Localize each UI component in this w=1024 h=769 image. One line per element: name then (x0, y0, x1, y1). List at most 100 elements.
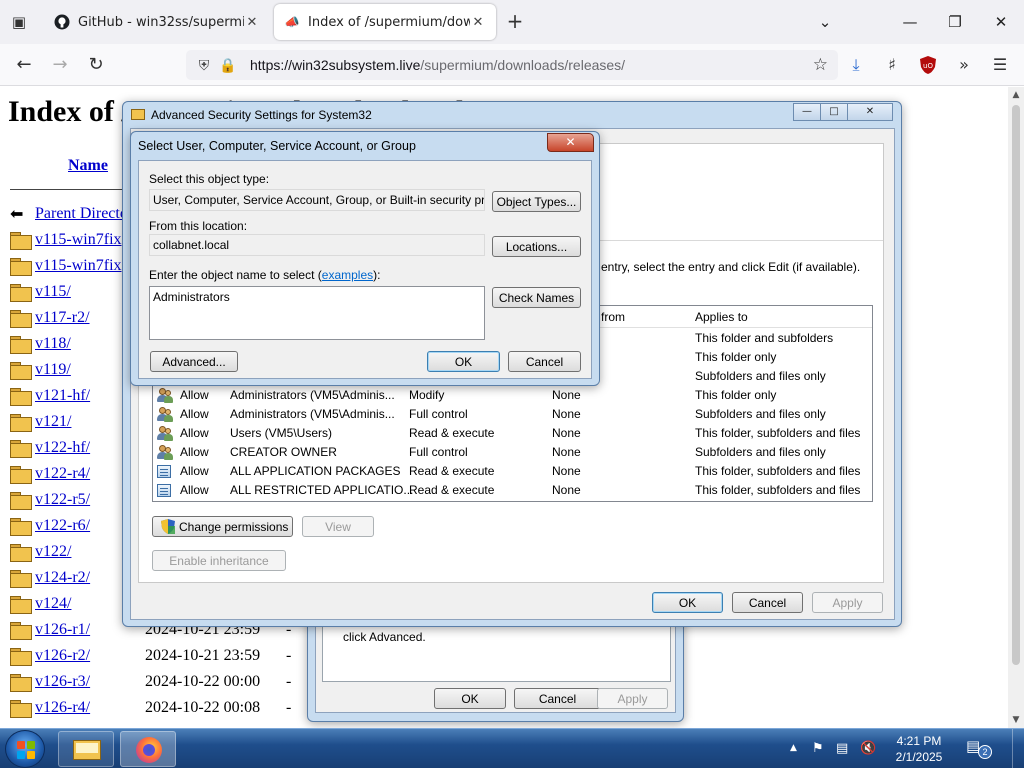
folder-link[interactable]: v126-r2/ (35, 647, 90, 665)
locations-button[interactable]: Locations... (492, 236, 581, 257)
volume-muted-icon[interactable]: 🔇 (860, 741, 876, 756)
lock-icon[interactable]: 🔒 (216, 57, 240, 74)
folder-link[interactable]: v115-win7fix (35, 257, 122, 275)
folder-link[interactable]: v122-hf/ (35, 439, 90, 457)
overflow-chevrons-icon[interactable]: » (950, 51, 978, 79)
tab-github[interactable]: GitHub - win32ss/supermium: C ✕ (44, 4, 270, 40)
entry-applies-to: This folder, subfolders and files (695, 426, 861, 440)
folder-link[interactable]: v122-r5/ (35, 491, 90, 509)
tab-overflow-chevron-icon[interactable]: ⌄ (810, 8, 840, 36)
change-permissions-button[interactable]: Change permissions (152, 516, 293, 537)
downloads-icon[interactable]: ⤓ (842, 51, 870, 79)
start-button[interactable] (5, 730, 45, 768)
apply-button[interactable]: Apply (597, 688, 668, 709)
taskbar-firefox[interactable] (120, 731, 176, 767)
maximize-icon[interactable]: ❐ (940, 8, 970, 36)
minimize-icon[interactable]: — (895, 8, 925, 36)
scrollbar-thumb[interactable] (1012, 105, 1020, 665)
close-icon[interactable]: ✕ (847, 103, 893, 121)
folder-link[interactable]: v117-r2/ (35, 309, 90, 327)
forward-arrow-icon[interactable]: → (46, 51, 74, 79)
table-row[interactable]: Allow Users (VM5\Users) Read & execute None… (153, 424, 872, 443)
folder-link[interactable]: v115-win7fix (35, 231, 122, 249)
object-name-input[interactable]: Administrators (149, 286, 485, 340)
url-bar[interactable]: ⛨ 🔒 https://win32subsystem.live/supermiu… (186, 50, 838, 80)
folder-icon (10, 465, 32, 484)
folder-link[interactable]: v115/ (35, 283, 71, 301)
folder-link[interactable]: v118/ (35, 335, 71, 353)
folder-link[interactable]: v122/ (35, 543, 71, 561)
cancel-button[interactable]: Cancel (732, 592, 803, 613)
tab-close-icon[interactable]: ✕ (470, 15, 486, 30)
tray-overflow-icon[interactable]: ▲ (790, 743, 797, 753)
advanced-button[interactable]: Advanced... (150, 351, 238, 372)
bookmark-star-icon[interactable]: ☆ (813, 55, 828, 75)
location-label: From this location: (149, 219, 248, 233)
ok-button[interactable]: OK (427, 351, 500, 372)
entry-access: Full control (409, 407, 468, 421)
taskbar-explorer[interactable] (58, 731, 114, 767)
ok-button[interactable]: OK (434, 688, 506, 709)
examples-link[interactable]: examples (322, 268, 373, 282)
close-window-icon[interactable]: ✕ (986, 8, 1016, 36)
list-item: v119/ (10, 359, 71, 381)
folder-link[interactable]: v126-r4/ (35, 699, 90, 717)
maximize-icon[interactable]: □ (820, 103, 848, 121)
location-field: collabnet.local (149, 234, 485, 256)
notification-icon[interactable]: ▤ 2 (966, 737, 992, 761)
list-item: v115-win7fix (10, 255, 122, 277)
tab-index[interactable]: 📣 Index of /supermium/downloads ✕ (274, 4, 496, 40)
view-button[interactable]: View (302, 516, 374, 537)
modified-date: 2024-10-22 00:08 (145, 699, 261, 716)
table-row[interactable]: Allow CREATOR OWNER Full control None Subfol… (153, 443, 872, 462)
column-header-applies-to[interactable]: Applies to (695, 310, 748, 324)
table-row[interactable]: Allow ALL RESTRICTED APPLICATIO... Read & … (153, 481, 872, 500)
menu-hamburger-icon[interactable]: ☰ (986, 51, 1014, 79)
folder-link[interactable]: v122-r6/ (35, 517, 90, 535)
back-arrow-icon[interactable]: ← (10, 51, 38, 79)
package-icon (157, 484, 171, 497)
list-item: v122/ (10, 541, 71, 563)
scroll-down-icon[interactable]: ▼ (1008, 712, 1024, 728)
check-names-button[interactable]: Check Names (492, 287, 581, 308)
network-icon[interactable]: ▤ (836, 741, 848, 756)
select-user-dialog: Select User, Computer, Service Account, … (130, 131, 600, 386)
reload-icon[interactable]: ↻ (82, 51, 110, 79)
shield-icon[interactable]: ⛨ (192, 57, 216, 74)
new-tab-button[interactable]: + (504, 10, 526, 34)
extensions-icon[interactable]: ♯ (878, 51, 906, 79)
cancel-button[interactable]: Cancel (514, 688, 601, 709)
object-type-label: Select this object type: (149, 172, 270, 186)
column-header-name[interactable]: Name (68, 157, 108, 175)
ok-button[interactable]: OK (652, 592, 723, 613)
apply-button[interactable]: Apply (812, 592, 883, 613)
column-header-inherited[interactable]: from (601, 310, 625, 324)
object-types-button[interactable]: Object Types... (492, 191, 581, 212)
show-desktop-button[interactable] (1012, 729, 1024, 769)
table-row[interactable]: Allow Administrators (VM5\Adminis... Full … (153, 405, 872, 424)
action-center-flag-icon[interactable]: ⚑ (812, 741, 824, 756)
table-row[interactable]: Allow ALL APPLICATION PACKAGES Read & exec… (153, 462, 872, 481)
folder-link[interactable]: v126-r3/ (35, 673, 90, 691)
system-clock[interactable]: 4:21 PM 2/1/2025 (886, 733, 952, 765)
table-row[interactable]: Allow Administrators (VM5\Adminis... Modif… (153, 386, 872, 405)
cancel-button[interactable]: Cancel (508, 351, 581, 372)
entry-applies-to: This folder, subfolders and files (695, 483, 861, 497)
enable-inheritance-button[interactable]: Enable inheritance (152, 550, 286, 571)
tab-close-icon[interactable]: ✕ (244, 15, 260, 30)
scroll-up-icon[interactable]: ▲ (1008, 87, 1024, 103)
folder-link[interactable]: v121-hf/ (35, 387, 90, 405)
minimize-icon[interactable]: — (793, 103, 821, 121)
nav-bar: ← → ↻ ⛨ 🔒 https://win32subsystem.live/su… (0, 44, 1024, 86)
folder-link[interactable]: v119/ (35, 361, 71, 379)
page-scrollbar[interactable]: ▲ ▼ (1008, 87, 1024, 728)
folder-link[interactable]: v121/ (35, 413, 71, 431)
tab-list-icon[interactable]: ▣ (6, 10, 32, 34)
ublock-icon[interactable]: uO (914, 51, 942, 79)
firefox-icon (136, 737, 162, 763)
folder-link[interactable]: v124-r2/ (35, 569, 90, 587)
close-icon[interactable]: ✕ (547, 133, 594, 152)
folder-link[interactable]: v124/ (35, 595, 71, 613)
folder-link[interactable]: v126-r1/ (35, 621, 90, 639)
folder-link[interactable]: v122-r4/ (35, 465, 90, 483)
